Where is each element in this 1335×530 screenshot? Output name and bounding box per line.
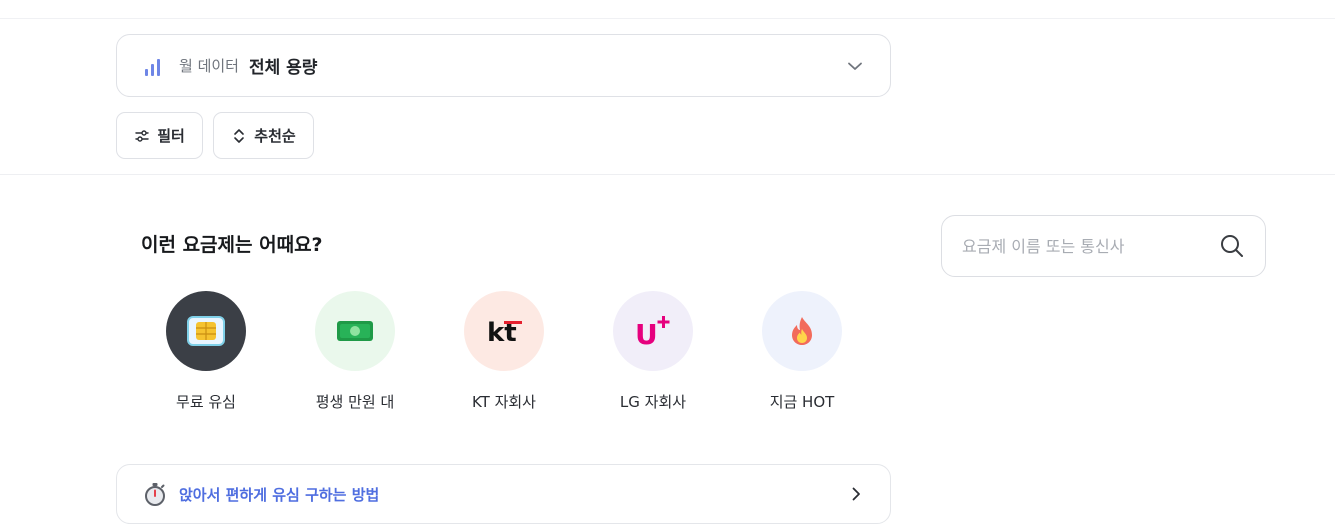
lg-uplus-logo-icon: U: [635, 316, 670, 348]
category-icon-circle: U: [613, 291, 693, 371]
sliders-icon: [135, 129, 149, 142]
category-label: 무료 유심: [176, 393, 236, 411]
lg-logo-text: U: [635, 318, 658, 348]
sim-guide-banner[interactable]: 앉아서 편하게 유심 구하는 방법: [116, 464, 891, 524]
chevron-down-icon: [848, 62, 862, 70]
category-lifetime-10k[interactable]: 평생 만원 대: [295, 291, 415, 412]
sort-button[interactable]: 추천순: [213, 112, 314, 159]
stopwatch-icon: [145, 483, 165, 506]
sort-label: 추천순: [254, 127, 296, 145]
filter-button[interactable]: 필터: [116, 112, 203, 159]
category-label: LG 자회사: [619, 393, 687, 411]
category-label: KT 자회사: [471, 393, 536, 411]
dropdown-value: 전체 용량: [248, 58, 318, 78]
recommend-title: 이런 요금제는 어때요?: [141, 234, 323, 256]
sim-card-icon: [187, 316, 225, 346]
chevron-right-icon: [852, 487, 860, 501]
category-lg-mvno[interactable]: U LG 자회사: [593, 291, 713, 412]
signal-bars-icon: [145, 56, 165, 76]
section-divider: [0, 174, 1335, 175]
category-kt-mvno[interactable]: kt KT 자회사: [444, 291, 564, 412]
category-label: 평생 만원 대: [315, 393, 395, 411]
category-icon-circle: kt: [464, 291, 544, 371]
sort-updown-icon: [234, 128, 245, 143]
category-hot-now[interactable]: 지금 HOT: [742, 291, 862, 412]
fire-icon: [792, 317, 812, 345]
top-divider: [0, 18, 1335, 19]
category-icon-circle: [315, 291, 395, 371]
monthly-data-dropdown[interactable]: 월 데이터 전체 용량: [116, 34, 891, 97]
kt-logo-icon: kt: [487, 318, 522, 346]
guide-text: 앉아서 편하게 유심 구하는 방법: [179, 485, 380, 504]
category-icon-circle: [762, 291, 842, 371]
category-label: 지금 HOT: [769, 393, 835, 411]
cash-icon: [337, 321, 373, 341]
category-icon-circle: [166, 291, 246, 371]
category-free-sim[interactable]: 무료 유심: [146, 291, 266, 412]
dropdown-label: 월 데이터: [179, 57, 239, 75]
search-icon[interactable]: [1219, 233, 1245, 259]
filter-label: 필터: [157, 127, 185, 145]
plan-search-input[interactable]: [962, 236, 1219, 256]
plan-search-box[interactable]: [941, 215, 1266, 277]
